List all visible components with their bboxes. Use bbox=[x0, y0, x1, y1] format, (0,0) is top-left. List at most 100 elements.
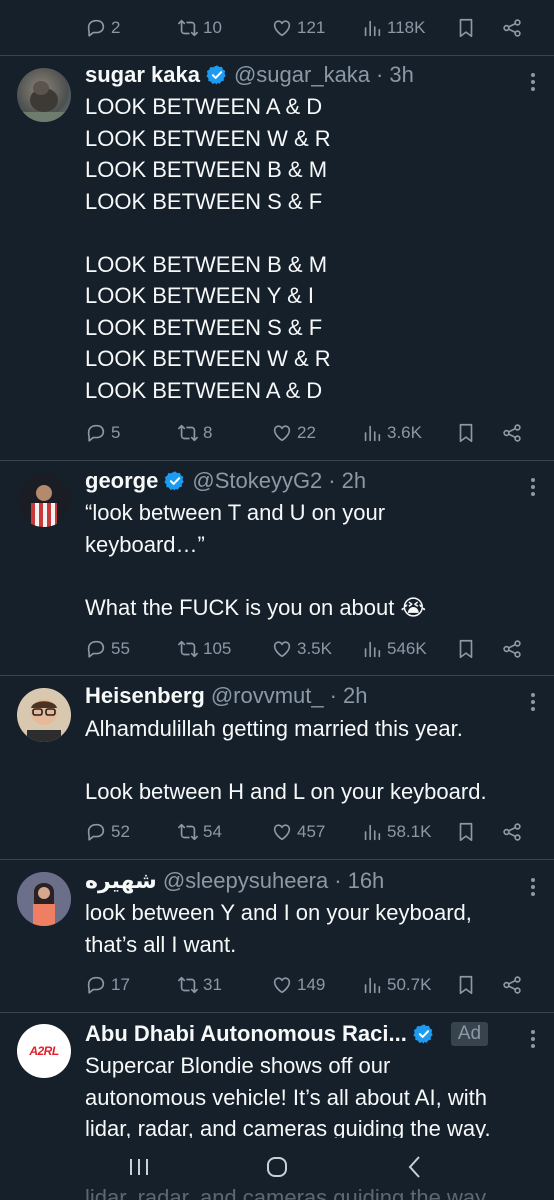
reply-button[interactable]: 2 bbox=[85, 17, 177, 39]
tweet-actions: 55 105 3.5K 546K bbox=[85, 635, 534, 663]
verified-badge-icon bbox=[206, 64, 228, 86]
timestamp[interactable]: 16h bbox=[348, 868, 385, 894]
views-icon bbox=[361, 974, 383, 996]
like-button[interactable]: 121 bbox=[271, 17, 361, 39]
avatar[interactable]: A2RL bbox=[17, 1024, 71, 1078]
bookmark-icon bbox=[455, 821, 477, 843]
like-button[interactable]: 149 bbox=[271, 974, 361, 996]
reply-button[interactable]: 5 bbox=[85, 422, 177, 444]
display-name[interactable]: sugar kaka bbox=[85, 62, 200, 88]
share-button[interactable] bbox=[501, 821, 523, 843]
avatar-image bbox=[31, 485, 57, 527]
retweet-count: 31 bbox=[203, 975, 222, 994]
bookmark-button[interactable] bbox=[455, 974, 501, 996]
views-button[interactable]: 58.1K bbox=[361, 821, 455, 843]
bookmark-icon bbox=[455, 17, 477, 39]
display-name[interactable]: george bbox=[85, 468, 158, 494]
views-count: 118K bbox=[387, 18, 426, 37]
reply-button[interactable]: 55 bbox=[85, 638, 177, 660]
views-button[interactable]: 546K bbox=[361, 638, 455, 660]
timestamp[interactable]: 3h bbox=[389, 62, 413, 88]
reply-icon bbox=[85, 974, 107, 996]
more-options-icon[interactable] bbox=[530, 875, 536, 899]
share-button[interactable] bbox=[501, 638, 523, 660]
views-icon bbox=[361, 17, 383, 39]
views-count: 58.1K bbox=[387, 822, 432, 841]
share-icon bbox=[501, 638, 523, 660]
previous-tweet-actions: 2 10 121 118K bbox=[85, 14, 534, 42]
back-button[interactable] bbox=[401, 1153, 429, 1186]
like-button[interactable]: 3.5K bbox=[271, 638, 361, 660]
recent-apps-icon bbox=[130, 1158, 148, 1175]
bookmark-button[interactable] bbox=[455, 17, 501, 39]
avatar[interactable] bbox=[17, 872, 71, 926]
heart-icon bbox=[271, 17, 293, 39]
handle[interactable]: @rovvmut_ bbox=[211, 683, 324, 709]
retweet-button[interactable]: 54 bbox=[177, 821, 271, 843]
more-options-icon[interactable] bbox=[530, 690, 536, 714]
retweet-button[interactable]: 10 bbox=[177, 17, 271, 39]
handle[interactable]: @sugar_kaka bbox=[234, 62, 370, 88]
heart-icon bbox=[271, 422, 293, 444]
bookmark-button[interactable] bbox=[455, 821, 501, 843]
retweet-icon bbox=[177, 638, 199, 660]
tweet-actions: 5 8 22 3.6K bbox=[85, 419, 534, 447]
display-name[interactable]: Abu Dhabi Autonomous Raci... bbox=[85, 1021, 407, 1047]
retweet-icon bbox=[177, 974, 199, 996]
more-options-icon[interactable] bbox=[530, 475, 536, 499]
display-name[interactable]: شهيره bbox=[85, 868, 157, 894]
bookmark-button[interactable] bbox=[455, 638, 501, 660]
display-name[interactable]: Heisenberg bbox=[85, 683, 205, 709]
timestamp[interactable]: 2h bbox=[342, 468, 366, 494]
reply-icon bbox=[85, 638, 107, 660]
avatar[interactable] bbox=[17, 68, 71, 122]
avatar[interactable] bbox=[17, 688, 71, 742]
more-options-icon[interactable] bbox=[530, 1027, 536, 1051]
timestamp[interactable]: 2h bbox=[343, 683, 367, 709]
reply-icon bbox=[85, 17, 107, 39]
tweet-header: Heisenberg @rovvmut_ · 2h bbox=[85, 683, 514, 709]
overflow-text: lidar, radar, and cameras guiding the wa… bbox=[85, 1185, 491, 1200]
bookmark-icon bbox=[455, 974, 477, 996]
bookmark-button[interactable] bbox=[455, 422, 501, 444]
reply-button[interactable]: 17 bbox=[85, 974, 177, 996]
reply-icon bbox=[85, 422, 107, 444]
tweet-actions: 52 54 457 58.1K bbox=[85, 818, 534, 846]
share-button[interactable] bbox=[501, 422, 523, 444]
divider bbox=[0, 675, 554, 676]
like-button[interactable]: 22 bbox=[271, 422, 361, 444]
reply-button[interactable]: 52 bbox=[85, 821, 177, 843]
divider bbox=[0, 859, 554, 860]
views-count: 546K bbox=[387, 639, 427, 658]
recent-apps-button[interactable] bbox=[125, 1153, 153, 1186]
share-icon bbox=[501, 821, 523, 843]
divider bbox=[0, 1012, 554, 1013]
like-button[interactable]: 457 bbox=[271, 821, 361, 843]
handle[interactable]: @StokeyyG2 bbox=[192, 468, 322, 494]
views-icon bbox=[361, 821, 383, 843]
share-button[interactable] bbox=[501, 17, 523, 39]
dot-separator: · bbox=[334, 868, 342, 893]
share-button[interactable] bbox=[501, 974, 523, 996]
views-button[interactable]: 50.7K bbox=[361, 974, 455, 996]
divider bbox=[0, 55, 554, 56]
tweet-header: Abu Dhabi Autonomous Raci... Ad bbox=[85, 1021, 518, 1047]
views-button[interactable]: 3.6K bbox=[361, 422, 455, 444]
retweet-count: 10 bbox=[203, 18, 222, 37]
avatar-image bbox=[27, 699, 61, 742]
views-button[interactable]: 118K bbox=[361, 17, 455, 39]
tweet-text: look between Y and I on your keyboard, t… bbox=[85, 900, 472, 957]
verified-badge-icon bbox=[413, 1023, 435, 1045]
handle[interactable]: @sleepysuheera bbox=[163, 868, 328, 894]
brand-logo: A2RL bbox=[29, 1044, 59, 1058]
retweet-icon bbox=[177, 17, 199, 39]
dot-separator: · bbox=[329, 683, 337, 708]
home-button[interactable] bbox=[263, 1153, 291, 1186]
retweet-button[interactable]: 105 bbox=[177, 638, 271, 660]
ad-badge: Ad bbox=[450, 1022, 489, 1046]
avatar[interactable] bbox=[17, 473, 71, 527]
retweet-button[interactable]: 8 bbox=[177, 422, 271, 444]
retweet-button[interactable]: 31 bbox=[177, 974, 271, 996]
dot-separator: · bbox=[328, 468, 336, 493]
retweet-count: 8 bbox=[203, 423, 213, 442]
